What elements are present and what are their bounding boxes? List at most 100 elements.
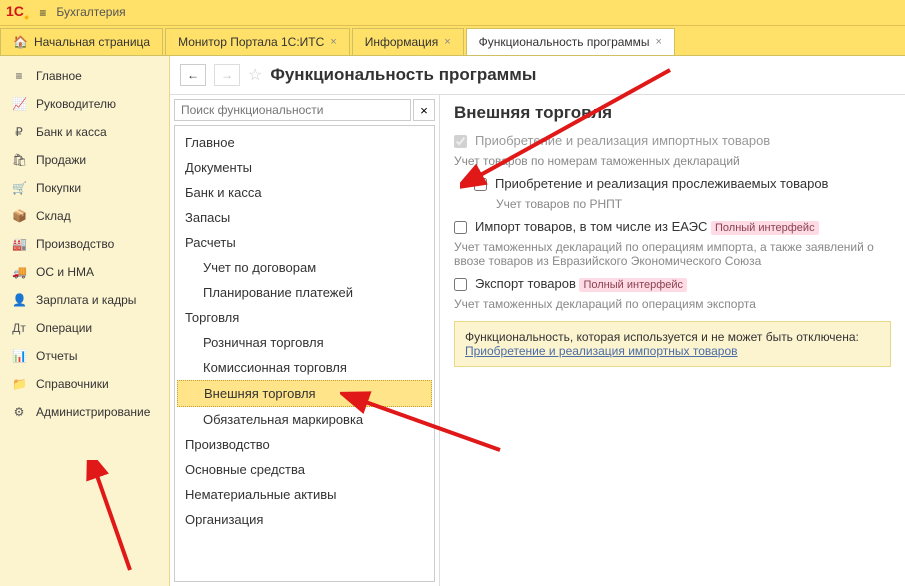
tree-item[interactable]: Учет по договорам [175, 255, 434, 280]
checkbox-import-eaes-label: Импорт товаров, в том числе из ЕАЭС Полн… [475, 219, 819, 234]
sidebar-label: Банк и касса [36, 125, 107, 139]
home-icon [13, 35, 28, 49]
tree-item[interactable]: Производство [175, 432, 434, 457]
sidebar-label: ОС и НМА [36, 265, 94, 279]
sidebar: ≡ Главное 📈 Руководителю ₽ Банк и касса 🛍 Прода… [0, 56, 170, 586]
checkbox-import-goods-label: Приобретение и реализация импортных това… [475, 133, 770, 148]
sidebar-icon: 👤 [12, 293, 26, 307]
sidebar-icon: 🏭 [12, 237, 26, 251]
sidebar-label: Руководителю [36, 97, 116, 111]
sidebar-label: Главное [36, 69, 82, 83]
nav-forward-button: → [214, 64, 240, 86]
sidebar-icon: 📈 [12, 97, 26, 111]
tab-bar: Начальная страница Монитор Портала 1С:ИТС… [0, 26, 905, 56]
tab-label: Информация [365, 35, 438, 49]
locked-functionality-box: Функциональность, которая используется и… [454, 321, 891, 367]
checkbox-traceable-goods[interactable] [474, 178, 487, 191]
sidebar-label: Отчеты [36, 349, 77, 363]
tree-item[interactable]: Основные средства [175, 457, 434, 482]
sidebar-item[interactable]: 📈 Руководителю [0, 90, 169, 118]
tab-label: Монитор Портала 1С:ИТС [178, 35, 324, 49]
sidebar-icon: ₽ [12, 125, 26, 139]
sidebar-icon: Дт [12, 321, 26, 335]
page-title: Функциональность программы [270, 65, 536, 85]
sidebar-label: Продажи [36, 153, 86, 167]
section-title: Внешняя торговля [454, 103, 891, 123]
tab-label: Функциональность программы [479, 35, 650, 49]
tree-item[interactable]: Банк и касса [175, 180, 434, 205]
tree-item[interactable]: Планирование платежей [175, 280, 434, 305]
sidebar-item[interactable]: 🏭 Производство [0, 230, 169, 258]
tree-item[interactable]: Нематериальные активы [175, 482, 434, 507]
search-clear-button[interactable]: × [413, 99, 435, 121]
sidebar-label: Склад [36, 209, 71, 223]
tree-item[interactable]: Запасы [175, 205, 434, 230]
nav-back-button[interactable]: ← [180, 64, 206, 86]
sidebar-label: Покупки [36, 181, 81, 195]
tab[interactable]: Монитор Портала 1С:ИТС × [165, 28, 350, 55]
sidebar-item[interactable]: 👤 Зарплата и кадры [0, 286, 169, 314]
tab[interactable]: Начальная страница [0, 28, 163, 55]
sidebar-label: Операции [36, 321, 92, 335]
sidebar-icon: 🚚 [12, 265, 26, 279]
sidebar-item[interactable]: 🚚 ОС и НМА [0, 258, 169, 286]
favorite-star-icon[interactable]: ☆ [248, 65, 262, 85]
desc-import-eaes: Учет таможенных деклараций по операциям … [454, 240, 891, 268]
close-icon[interactable]: × [656, 36, 662, 48]
tree-item[interactable]: Расчеты [175, 230, 434, 255]
sidebar-icon: 📁 [12, 377, 26, 391]
tab[interactable]: Функциональность программы × [466, 28, 675, 55]
sidebar-item[interactable]: 🛒 Покупки [0, 174, 169, 202]
functionality-tree: ГлавноеДокументыБанк и кассаЗапасыРасчет… [174, 125, 435, 582]
checkbox-import-eaes[interactable] [454, 221, 467, 234]
detail-panel: Внешняя торговля Приобретение и реализац… [440, 95, 905, 586]
tree-panel: × ГлавноеДокументыБанк и кассаЗапасыРасч… [170, 95, 440, 586]
tree-item[interactable]: Главное [175, 130, 434, 155]
tree-item[interactable]: Розничная торговля [175, 330, 434, 355]
tree-item[interactable]: Документы [175, 155, 434, 180]
desc-export-goods: Учет таможенных деклараций по операциям … [454, 297, 891, 311]
sidebar-icon: 📊 [12, 349, 26, 363]
sidebar-item[interactable]: ⚙ Администрирование [0, 398, 169, 426]
search-input[interactable] [174, 99, 411, 121]
close-icon[interactable]: × [330, 36, 336, 48]
sidebar-item[interactable]: 📁 Справочники [0, 370, 169, 398]
logo-icon: 1C● [6, 3, 29, 22]
locked-link[interactable]: Приобретение и реализация импортных това… [465, 344, 738, 358]
sidebar-item[interactable]: ≡ Главное [0, 62, 169, 90]
sidebar-label: Зарплата и кадры [36, 293, 136, 307]
sidebar-item[interactable]: ₽ Банк и касса [0, 118, 169, 146]
sidebar-icon: ≡ [12, 69, 26, 83]
tree-item[interactable]: Комиссионная торговля [175, 355, 434, 380]
menu-icon[interactable]: ≡ [39, 6, 46, 20]
checkbox-export-goods[interactable] [454, 278, 467, 291]
desc-import-goods: Учет товаров по номерам таможенных декла… [454, 154, 891, 168]
app-title: Бухгалтерия [56, 5, 249, 20]
checkbox-import-goods [454, 135, 467, 148]
tree-item[interactable]: Внешняя торговля [177, 380, 432, 407]
sidebar-label: Справочники [36, 377, 109, 391]
sidebar-icon: 📦 [12, 209, 26, 223]
sidebar-item[interactable]: Дт Операции [0, 314, 169, 342]
locked-heading: Функциональность, которая используется и… [465, 330, 880, 344]
tree-item[interactable]: Организация [175, 507, 434, 532]
sidebar-label: Администрирование [36, 405, 150, 419]
tab[interactable]: Информация × [352, 28, 464, 55]
checkbox-traceable-goods-label: Приобретение и реализация прослеживаемых… [495, 176, 828, 191]
tree-item[interactable]: Торговля [175, 305, 434, 330]
desc-traceable-goods: Учет товаров по РНПТ [496, 197, 891, 211]
checkbox-export-goods-label: Экспорт товаров Полный интерфейс [475, 276, 687, 291]
content-header: ← → ☆ Функциональность программы [170, 56, 905, 95]
sidebar-item[interactable]: 📦 Склад [0, 202, 169, 230]
sidebar-item[interactable]: 📊 Отчеты [0, 342, 169, 370]
sidebar-icon: 🛒 [12, 181, 26, 195]
sidebar-label: Производство [36, 237, 114, 251]
sidebar-item[interactable]: 🛍 Продажи [0, 146, 169, 174]
tree-item[interactable]: Обязательная маркировка [175, 407, 434, 432]
top-bar: 1C● ≡ Бухгалтерия [0, 0, 905, 26]
sidebar-icon: ⚙ [12, 405, 26, 419]
tab-label: Начальная страница [34, 35, 150, 49]
badge-full-interface-2: Полный интерфейс [579, 278, 687, 292]
close-icon[interactable]: × [444, 36, 450, 48]
sidebar-icon: 🛍 [12, 153, 26, 167]
